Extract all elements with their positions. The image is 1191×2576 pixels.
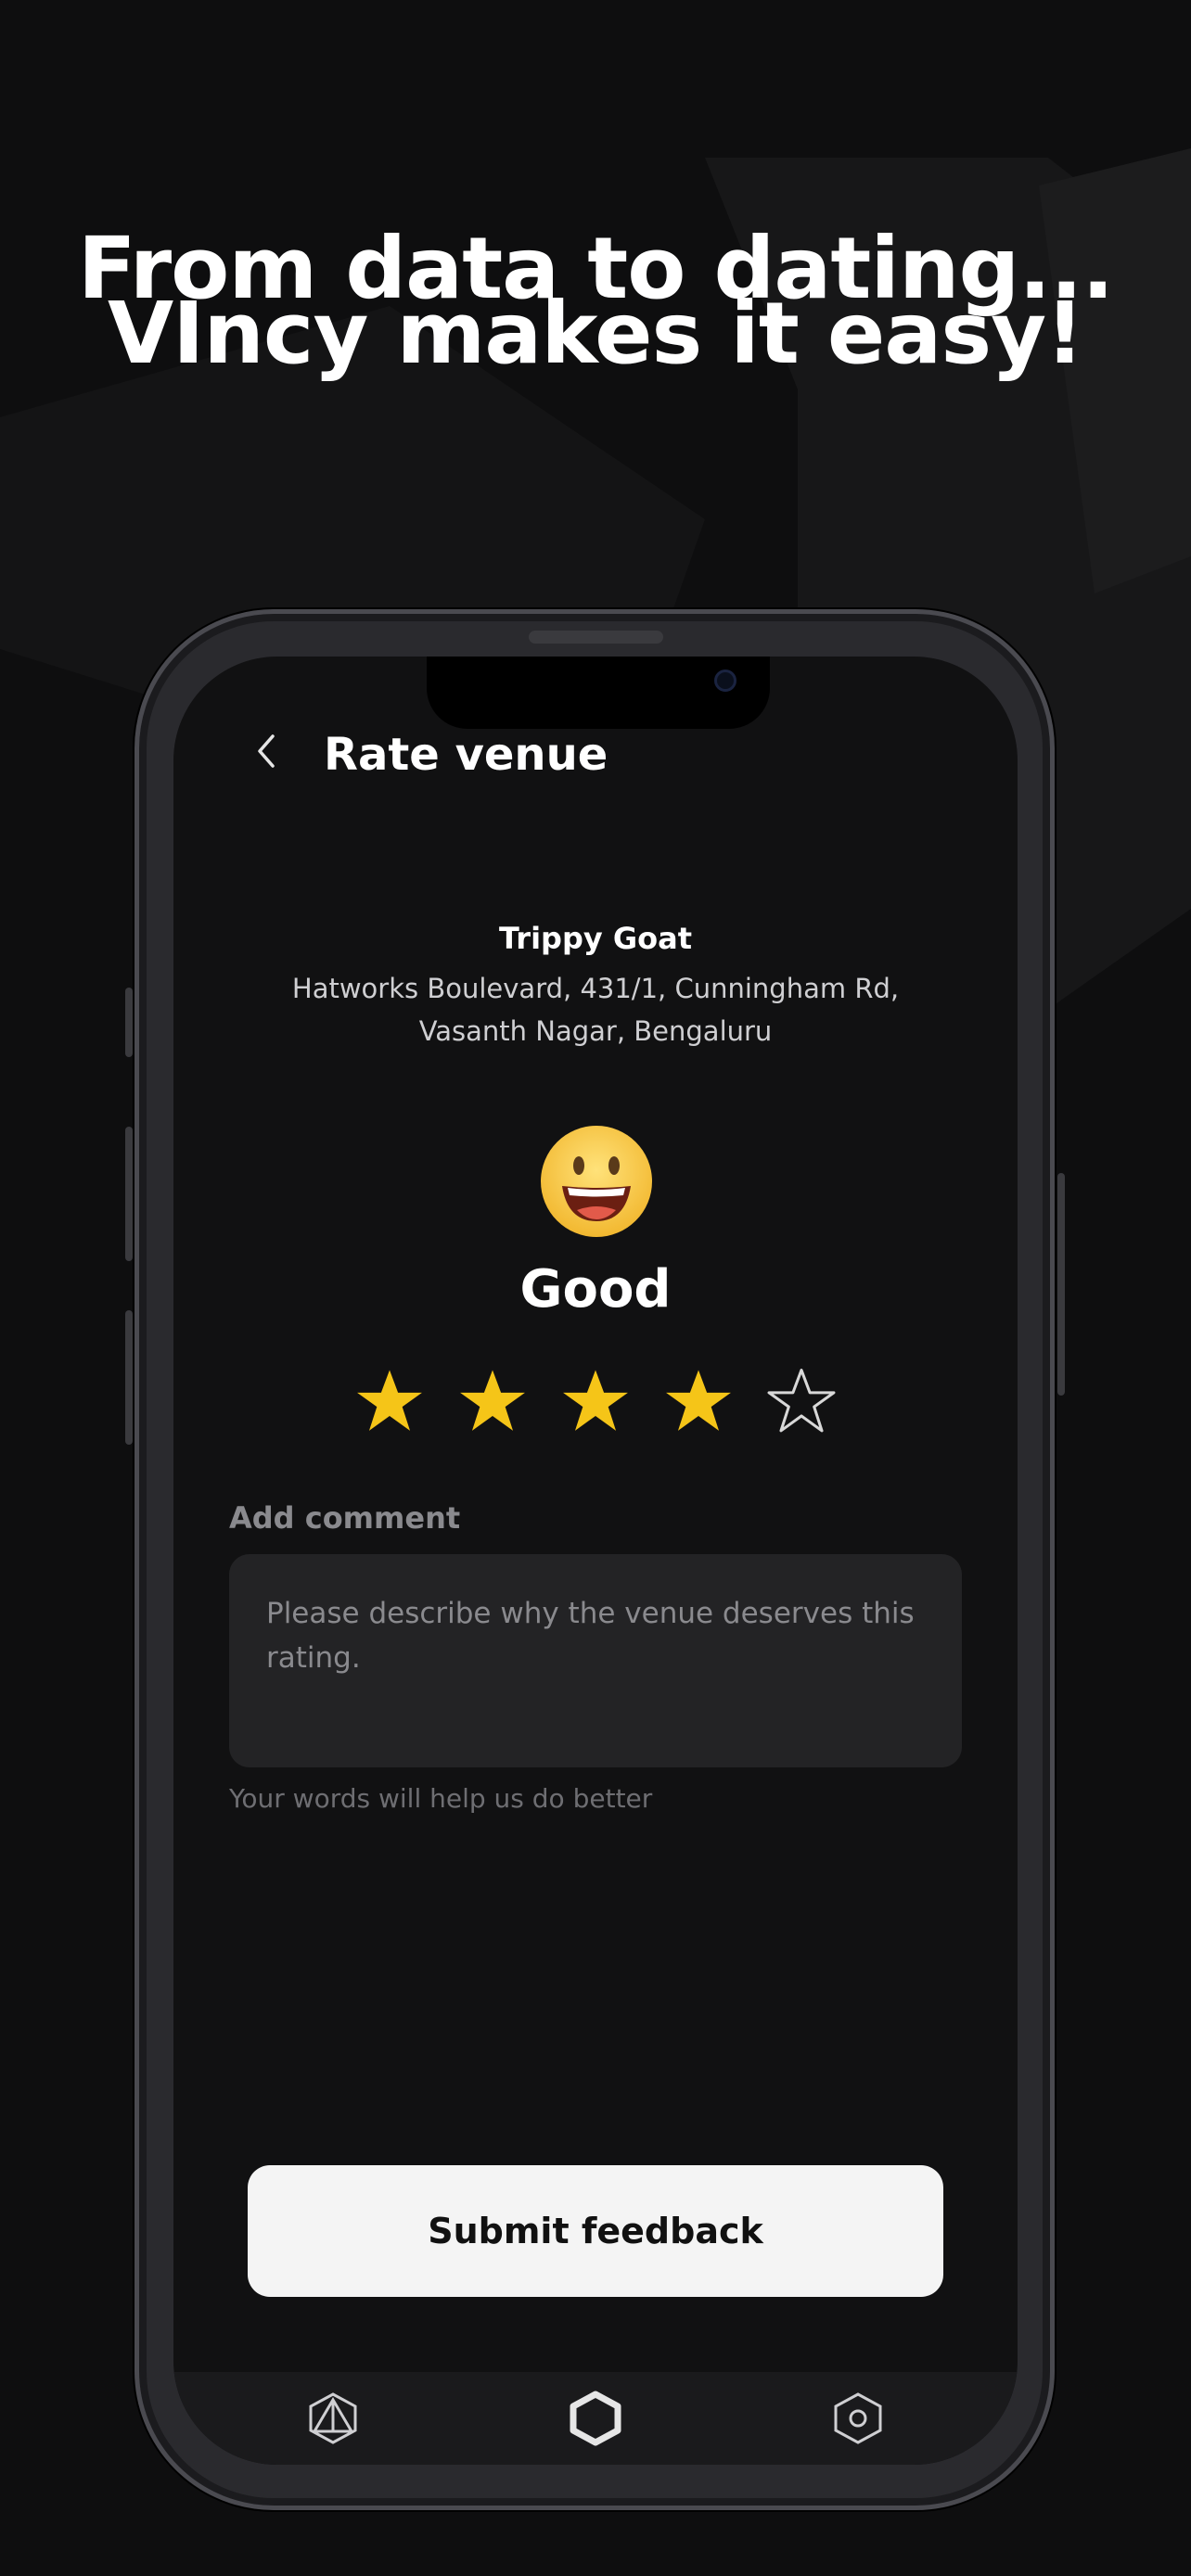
star-4-icon[interactable] [663,1366,734,1436]
comment-input[interactable]: Please describe why the venue deserves t… [229,1554,962,1767]
star-2-icon[interactable] [457,1366,528,1436]
phone-power-button [1057,1173,1065,1396]
phone-side-button [125,988,133,1057]
phone-volume-down [125,1310,133,1445]
page-title: Rate venue [324,729,608,781]
headline: From data to dating... VIncy makes it ea… [0,226,1191,383]
phone-volume-up [125,1127,133,1261]
venue-address-line-2: Vasanth Nagar, Bengaluru [418,1015,773,1047]
hexagon-icon[interactable] [568,2391,623,2446]
hexagon-dot-icon[interactable] [830,2391,886,2446]
notch [427,657,770,729]
rating-label: Good [519,1259,672,1320]
camera-icon [714,670,736,692]
star-rating[interactable] [354,1366,837,1440]
comment-label: Add comment [229,1500,461,1536]
comment-helper-text: Your words will help us do better [229,1783,653,1814]
phone-screen: Rate venue Trippy Goat Hatworks Boulevar… [173,657,1018,2465]
triangle-hex-icon[interactable] [305,2391,361,2446]
venue-address-line-1: Hatworks Boulevard, 431/1, Cunningham Rd… [291,973,900,1004]
phone-speaker [529,631,663,644]
tab-bar [173,2372,1018,2465]
headline-line-2: VIncy makes it easy! [107,284,1084,383]
grinning-face-icon [541,1126,652,1237]
submit-feedback-button[interactable]: Submit feedback [248,2165,943,2297]
star-1-icon[interactable] [354,1366,425,1436]
venue-address: Hatworks Boulevard, 431/1, Cunningham Rd… [173,967,1018,1052]
star-5-icon[interactable] [766,1366,837,1436]
venue-name: Trippy Goat [498,921,692,956]
back-button[interactable] [246,731,287,772]
chevron-left-icon [258,734,275,768]
star-3-icon[interactable] [560,1366,631,1436]
